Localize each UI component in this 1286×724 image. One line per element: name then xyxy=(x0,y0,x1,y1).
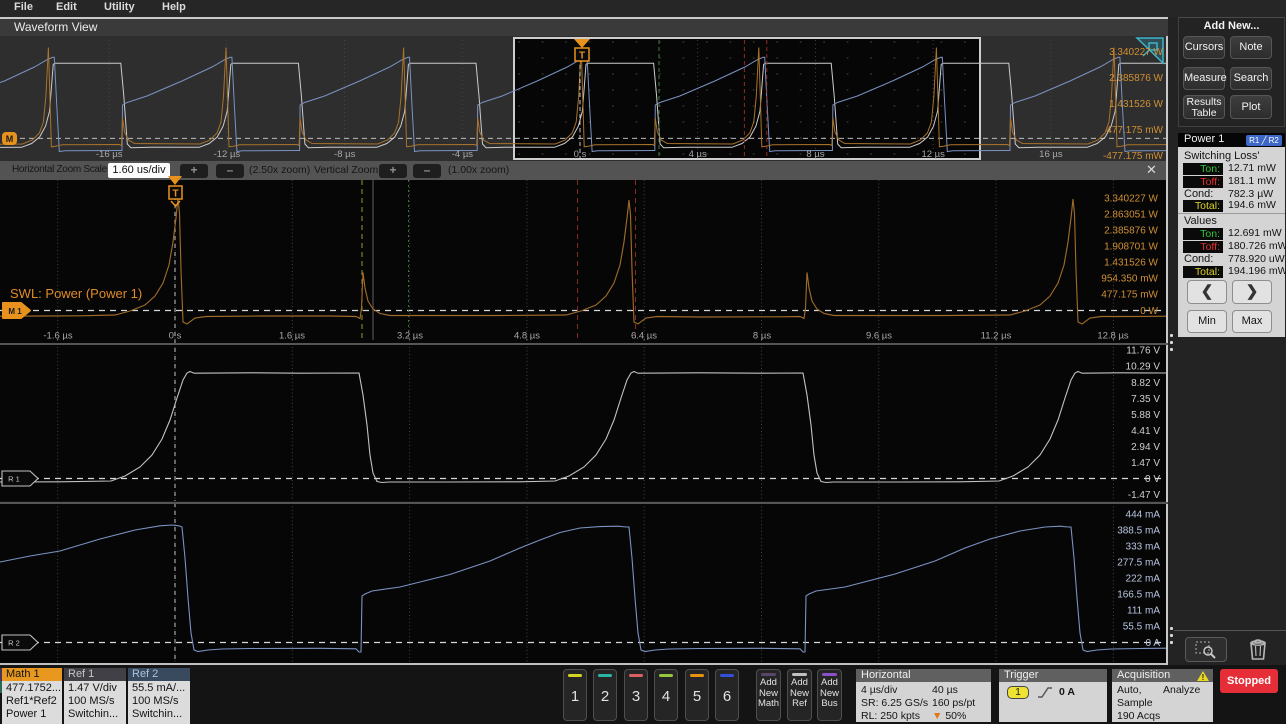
svg-text:477.175 mW: 477.175 mW xyxy=(1106,125,1163,136)
svg-text:7.35 V: 7.35 V xyxy=(1131,394,1160,405)
svg-text:2.94 V: 2.94 V xyxy=(1131,442,1160,453)
svg-text:12 µs: 12 µs xyxy=(921,149,945,160)
svg-text:0 s: 0 s xyxy=(574,149,587,160)
svg-text:1.47 V: 1.47 V xyxy=(1131,458,1160,469)
svg-text:10.29 V: 10.29 V xyxy=(1126,362,1161,373)
svg-text:SWL: Power (Power 1): SWL: Power (Power 1) xyxy=(10,286,142,301)
svg-text:R 2: R 2 xyxy=(8,639,20,648)
svg-text:!: ! xyxy=(1202,673,1205,681)
svg-text:4.41 V: 4.41 V xyxy=(1131,426,1160,437)
svg-text:0 V: 0 V xyxy=(1145,474,1160,485)
svg-text:-4 µs: -4 µs xyxy=(452,149,474,160)
svg-text:388.5 mA: 388.5 mA xyxy=(1117,526,1160,537)
svg-text:11.76 V: 11.76 V xyxy=(1126,346,1160,357)
svg-text:55.5 mA: 55.5 mA xyxy=(1123,622,1161,633)
svg-text:M: M xyxy=(6,134,14,144)
svg-text:T: T xyxy=(579,51,585,62)
svg-text:2.385876 W: 2.385876 W xyxy=(1109,73,1163,84)
svg-text:166.5 mA: 166.5 mA xyxy=(1117,590,1160,601)
svg-text:-16 µs: -16 µs xyxy=(96,149,123,160)
svg-text:333 mA: 333 mA xyxy=(1126,542,1161,553)
svg-text:8.82 V: 8.82 V xyxy=(1131,378,1160,389)
svg-text:T: T xyxy=(172,189,178,200)
svg-text:2.385876 W: 2.385876 W xyxy=(1104,226,1158,237)
svg-text:0 A: 0 A xyxy=(1146,638,1161,649)
svg-text:1.431526 W: 1.431526 W xyxy=(1104,258,1158,269)
svg-text:-1.47 V: -1.47 V xyxy=(1128,490,1161,501)
svg-text:444 mA: 444 mA xyxy=(1126,510,1161,521)
svg-text:111 mA: 111 mA xyxy=(1127,606,1160,617)
svg-text:5.88 V: 5.88 V xyxy=(1131,410,1160,421)
svg-text:3.340227 W: 3.340227 W xyxy=(1104,194,1158,205)
svg-text:8 µs: 8 µs xyxy=(806,149,824,160)
svg-text:954.350 mW: 954.350 mW xyxy=(1101,274,1158,285)
svg-text:277.5 mA: 277.5 mA xyxy=(1117,558,1160,569)
svg-text:4 µs: 4 µs xyxy=(689,149,707,160)
svg-text:-8 µs: -8 µs xyxy=(334,149,356,160)
svg-text:3.340227 W: 3.340227 W xyxy=(1109,47,1163,58)
svg-text:477.175 mW: 477.175 mW xyxy=(1101,290,1158,301)
svg-text:1.431526 W: 1.431526 W xyxy=(1109,99,1163,110)
svg-text:16 µs: 16 µs xyxy=(1039,149,1063,160)
svg-text:1.908701 W: 1.908701 W xyxy=(1104,242,1158,253)
svg-text:2.863051 W: 2.863051 W xyxy=(1104,210,1158,221)
svg-text:R 1: R 1 xyxy=(8,475,20,484)
svg-text:M 1: M 1 xyxy=(8,307,22,316)
svg-text:0 W: 0 W xyxy=(1140,306,1158,317)
svg-text:-12 µs: -12 µs xyxy=(214,149,241,160)
svg-text:222 mA: 222 mA xyxy=(1126,574,1161,585)
svg-text:-477.175 mW: -477.175 mW xyxy=(1103,151,1164,161)
